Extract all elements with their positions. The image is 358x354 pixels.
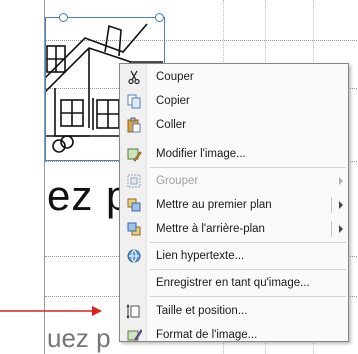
document-text: ez p [47, 172, 131, 219]
menu-item-label: Format de l'image... [156, 329, 258, 341]
menu-item-hyperlink[interactable]: Lien hypertexte... [122, 245, 346, 267]
format-picture-icon [122, 324, 146, 346]
menu-separator [150, 269, 346, 270]
menu-item-edit-picture[interactable]: Modifier l'image... [122, 143, 346, 165]
menu-item-send-to-back[interactable]: Mettre à l'arrière-plan [122, 218, 346, 240]
menu-item-bring-to-front[interactable]: Mettre au premier plan [122, 194, 346, 216]
send-to-back-icon [122, 218, 146, 240]
menu-separator [150, 296, 346, 297]
menu-item-label: Lien hypertexte... [156, 250, 245, 262]
split-divider [331, 197, 332, 213]
resize-handle[interactable] [59, 13, 68, 22]
menu-item-cut[interactable]: Couper [122, 66, 346, 88]
paste-icon [122, 114, 146, 136]
menu-item-label: Grouper [156, 175, 199, 187]
edit-picture-icon [122, 143, 146, 165]
hyperlink-icon [122, 245, 146, 267]
menu-item-save-as-picture[interactable]: Enregistrer en tant qu'image... [122, 272, 346, 294]
menu-separator [150, 242, 346, 243]
menu-item-label: Copier [156, 95, 190, 107]
scissors-icon [122, 66, 146, 88]
menu-item-format-picture[interactable]: Format de l'image... [122, 324, 346, 346]
context-menu: Couper Copier Coller Modifier l'image...… [119, 63, 349, 342]
size-position-icon [122, 300, 146, 322]
resize-handle[interactable] [155, 13, 164, 22]
red-arrow-annotation [0, 306, 102, 316]
submenu-arrow-icon[interactable] [339, 225, 343, 233]
menu-item-size-and-position[interactable]: Taille et position... [122, 300, 346, 322]
bring-to-front-icon [122, 194, 146, 216]
split-divider [331, 221, 332, 237]
menu-item-label: Enregistrer en tant qu'image... [156, 277, 310, 289]
menu-item-paste[interactable]: Coller [122, 114, 346, 136]
menu-item-label: Couper [156, 71, 194, 83]
group-icon [122, 170, 146, 192]
menu-item-label: Mettre à l'arrière-plan [156, 223, 265, 235]
submenu-arrow-icon[interactable] [339, 201, 343, 209]
menu-item-group: Grouper [122, 170, 346, 192]
submenu-arrow-icon [339, 177, 343, 185]
menu-item-label: Modifier l'image... [156, 148, 246, 160]
menu-item-label: Coller [156, 119, 187, 131]
menu-item-copy[interactable]: Copier [122, 90, 346, 112]
menu-item-label: Mettre au premier plan [156, 199, 272, 211]
document-text-lower: uez p [47, 323, 111, 353]
copy-icon [122, 90, 146, 112]
menu-item-label: Taille et position... [156, 305, 248, 317]
menu-separator [150, 167, 346, 168]
